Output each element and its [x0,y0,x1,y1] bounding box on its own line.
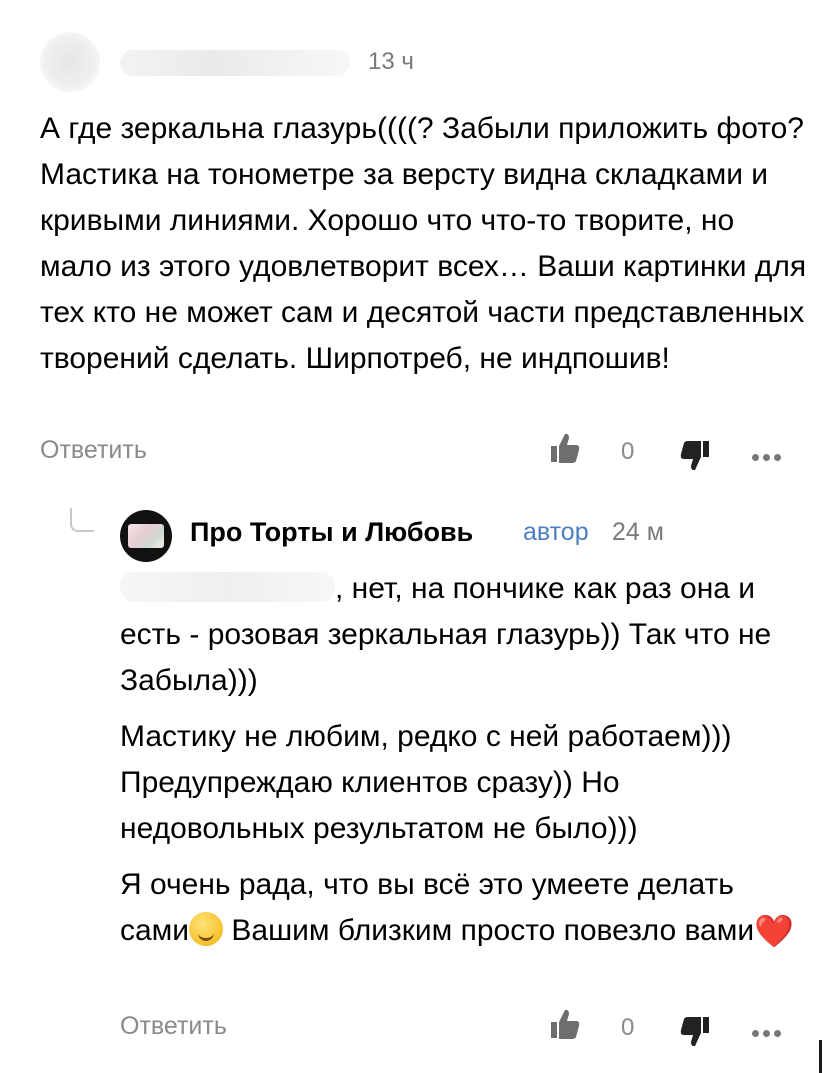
dislike-icon[interactable] [680,1016,710,1048]
rating-count: 0 [621,1014,635,1041]
more-icon[interactable] [752,448,786,461]
like-icon[interactable] [550,432,580,464]
mention-blurred[interactable] [120,572,335,602]
like-icon[interactable] [550,1008,580,1040]
reply-paragraph: Мастику не любим, редко с ней работаем))… [120,720,732,845]
dislike-icon[interactable] [680,440,710,472]
main-comment: 13 ч А где зеркальна глазурь((((? Забыли… [0,26,828,375]
more-icon[interactable] [752,1024,786,1037]
scroll-indicator [819,1040,822,1073]
author-badge: автор [523,518,589,546]
thread-connector [70,508,94,532]
comment-text: А где зеркальна глазурь((((? Забыли прил… [40,112,807,375]
reply-text: , нет, на пончике как раз она и есть - р… [120,566,810,964]
comment-time: 13 ч [368,48,414,75]
reply-button[interactable]: Ответить [40,436,147,465]
reply-time: 24 м [612,518,664,546]
comment-actions: Ответить 0 [0,430,828,472]
avatar[interactable] [40,32,100,92]
reply-button[interactable]: Ответить [120,1012,227,1041]
reply-author-name[interactable]: Про Торты и Любовь [190,517,473,548]
rating-count: 0 [621,438,635,465]
reply-actions: Ответить 0 [0,1006,828,1048]
author-name-blurred[interactable] [120,50,350,76]
hug-emoji-icon [189,912,224,946]
comment-header: 13 ч [0,26,828,96]
reply-paragraph: Я очень рада, что вы всё это умеете дела… [120,868,794,949]
heart-emoji-icon: ❤️ [754,913,794,949]
reply-paragraph: , нет, на пончике как раз она и есть - р… [120,572,772,697]
author-avatar[interactable] [120,510,172,562]
